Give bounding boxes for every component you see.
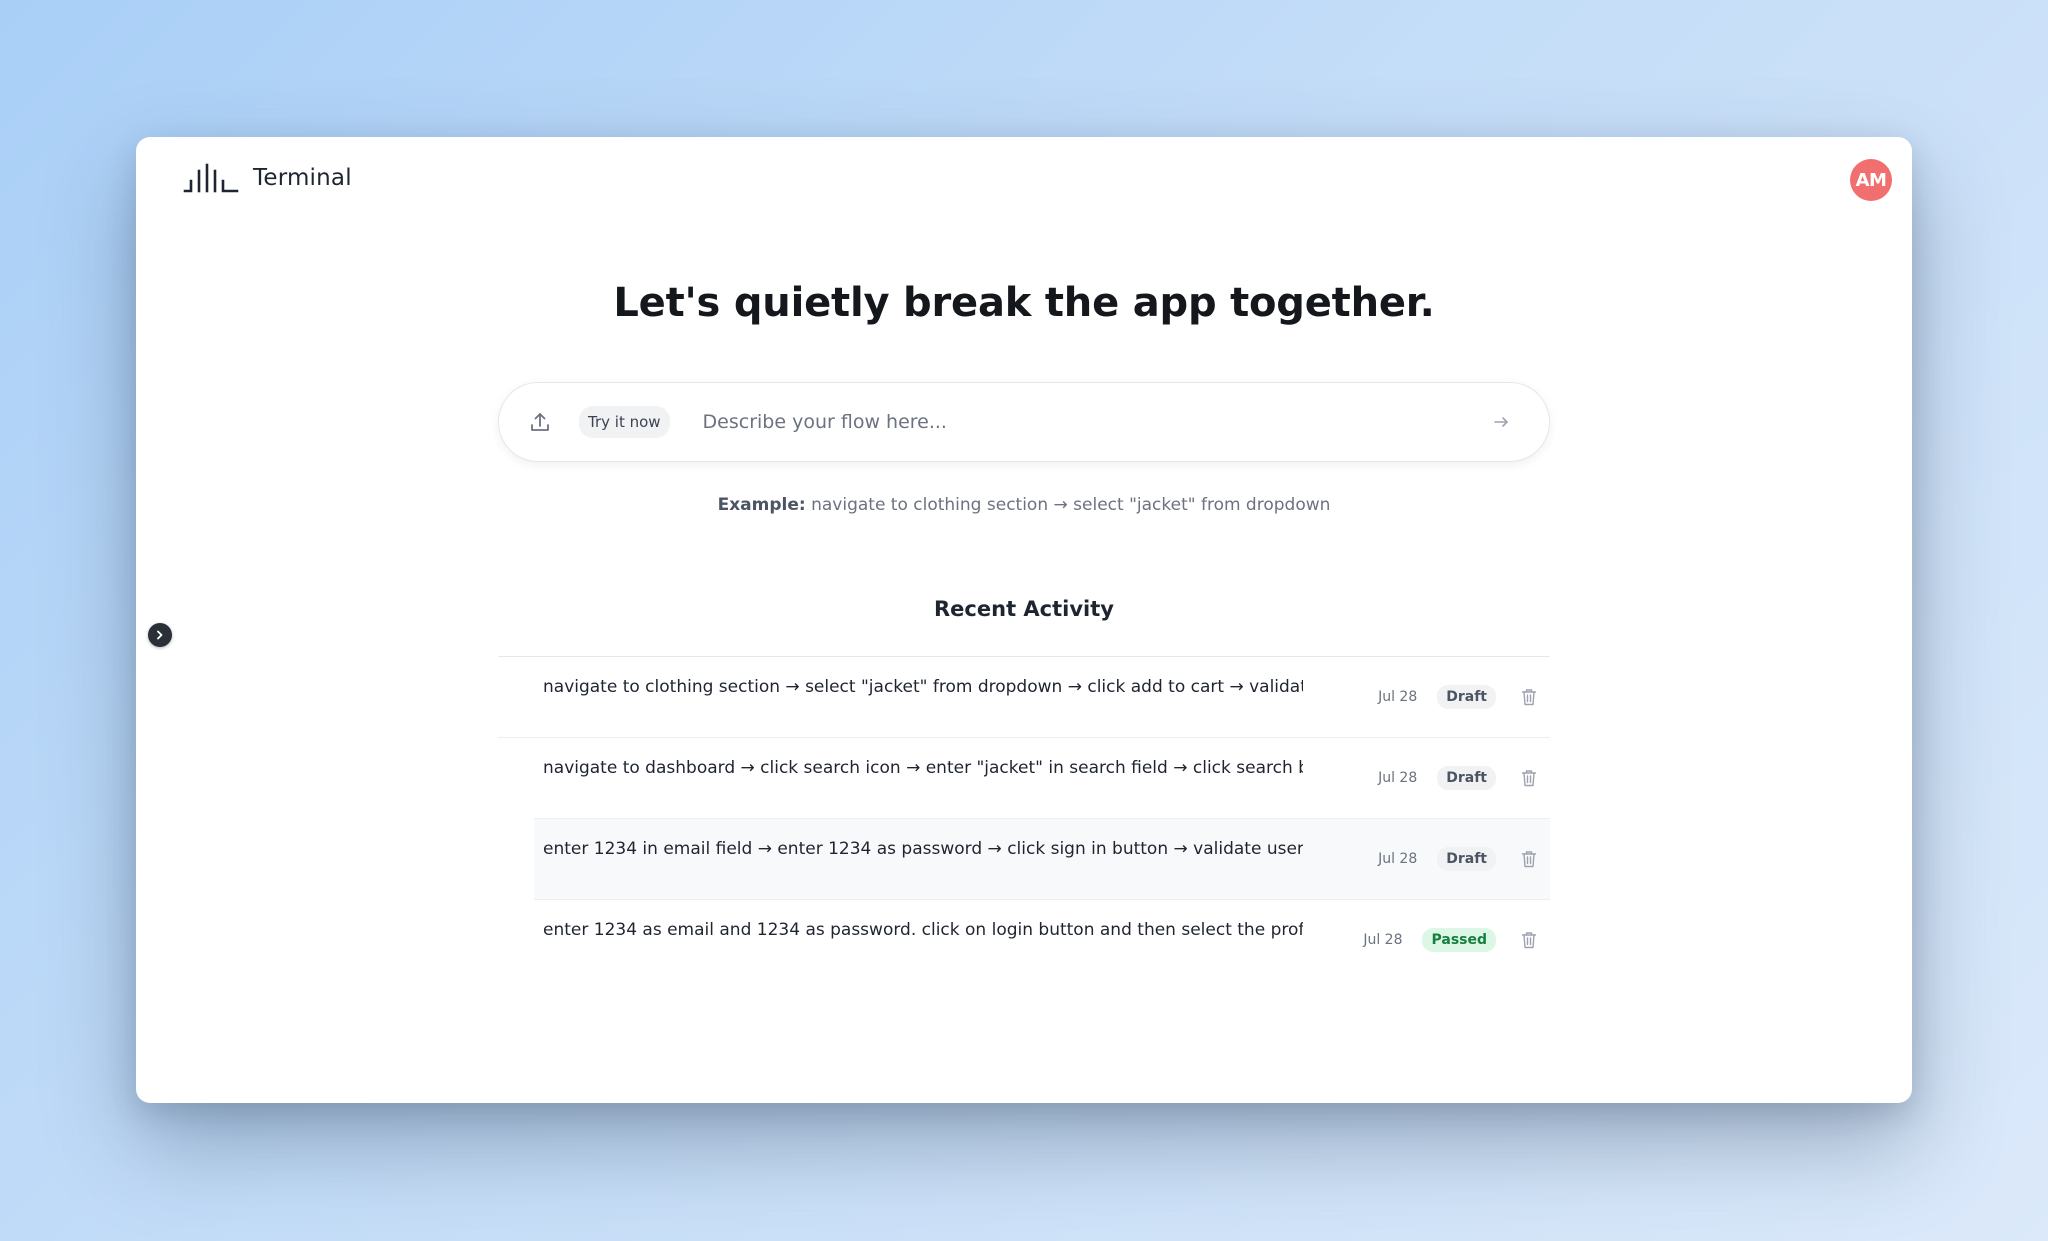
trash-icon bbox=[1521, 851, 1537, 868]
flow-text: enter 1234 in email field → enter 1234 a… bbox=[543, 839, 1303, 859]
status-badge: Draft bbox=[1437, 847, 1496, 871]
upload-button[interactable] bbox=[527, 409, 553, 435]
flow-text: navigate to dashboard → click search ico… bbox=[543, 758, 1303, 778]
list-item[interactable]: enter 1234 in email field → enter 1234 a… bbox=[534, 819, 1550, 900]
flow-date: Jul 28 bbox=[1378, 851, 1418, 867]
trash-icon bbox=[1521, 770, 1537, 787]
status-badge: Draft bbox=[1437, 685, 1496, 709]
status-badge: Draft bbox=[1437, 766, 1496, 790]
flow-date: Jul 28 bbox=[1363, 932, 1403, 948]
flow-search-bar: Try it now bbox=[498, 382, 1550, 462]
recent-activity-list: navigate to clothing section → select "j… bbox=[498, 656, 1550, 981]
trash-icon bbox=[1521, 689, 1537, 706]
list-item[interactable]: navigate to dashboard → click search ico… bbox=[534, 738, 1550, 819]
delete-button[interactable] bbox=[1520, 687, 1538, 707]
trash-icon bbox=[1521, 932, 1537, 949]
brand[interactable]: Terminal bbox=[183, 163, 352, 193]
submit-flow-button[interactable] bbox=[1491, 412, 1511, 432]
flow-date: Jul 28 bbox=[1378, 689, 1418, 705]
example-hint: Example: navigate to clothing section → … bbox=[136, 495, 1912, 515]
user-avatar[interactable]: AM bbox=[1850, 159, 1892, 201]
flow-text: navigate to clothing section → select "j… bbox=[543, 677, 1303, 697]
flow-text: enter 1234 as email and 1234 as password… bbox=[543, 920, 1303, 940]
example-text: navigate to clothing section → select "j… bbox=[811, 495, 1331, 515]
delete-button[interactable] bbox=[1520, 930, 1538, 950]
recent-activity-title: Recent Activity bbox=[934, 597, 1114, 621]
try-it-now-button[interactable]: Try it now bbox=[579, 406, 670, 438]
flow-date: Jul 28 bbox=[1378, 770, 1418, 786]
status-badge: Passed bbox=[1422, 928, 1496, 952]
waveform-logo-icon bbox=[183, 163, 239, 193]
chevron-right-icon bbox=[157, 630, 163, 640]
flow-description-input[interactable] bbox=[702, 411, 1491, 433]
app-name: Terminal bbox=[253, 165, 352, 191]
example-label: Example: bbox=[717, 495, 806, 515]
list-item[interactable]: enter 1234 as email and 1234 as password… bbox=[534, 900, 1550, 981]
delete-button[interactable] bbox=[1520, 849, 1538, 869]
page-title: Let's quietly break the app together. bbox=[613, 280, 1435, 326]
app-window: Terminal AM Let's quietly break the app … bbox=[136, 137, 1912, 1103]
delete-button[interactable] bbox=[1520, 768, 1538, 788]
list-item[interactable]: navigate to clothing section → select "j… bbox=[498, 657, 1550, 738]
upload-icon bbox=[531, 413, 549, 431]
sidebar-toggle-button[interactable] bbox=[148, 623, 172, 647]
arrow-right-icon bbox=[1494, 417, 1508, 427]
